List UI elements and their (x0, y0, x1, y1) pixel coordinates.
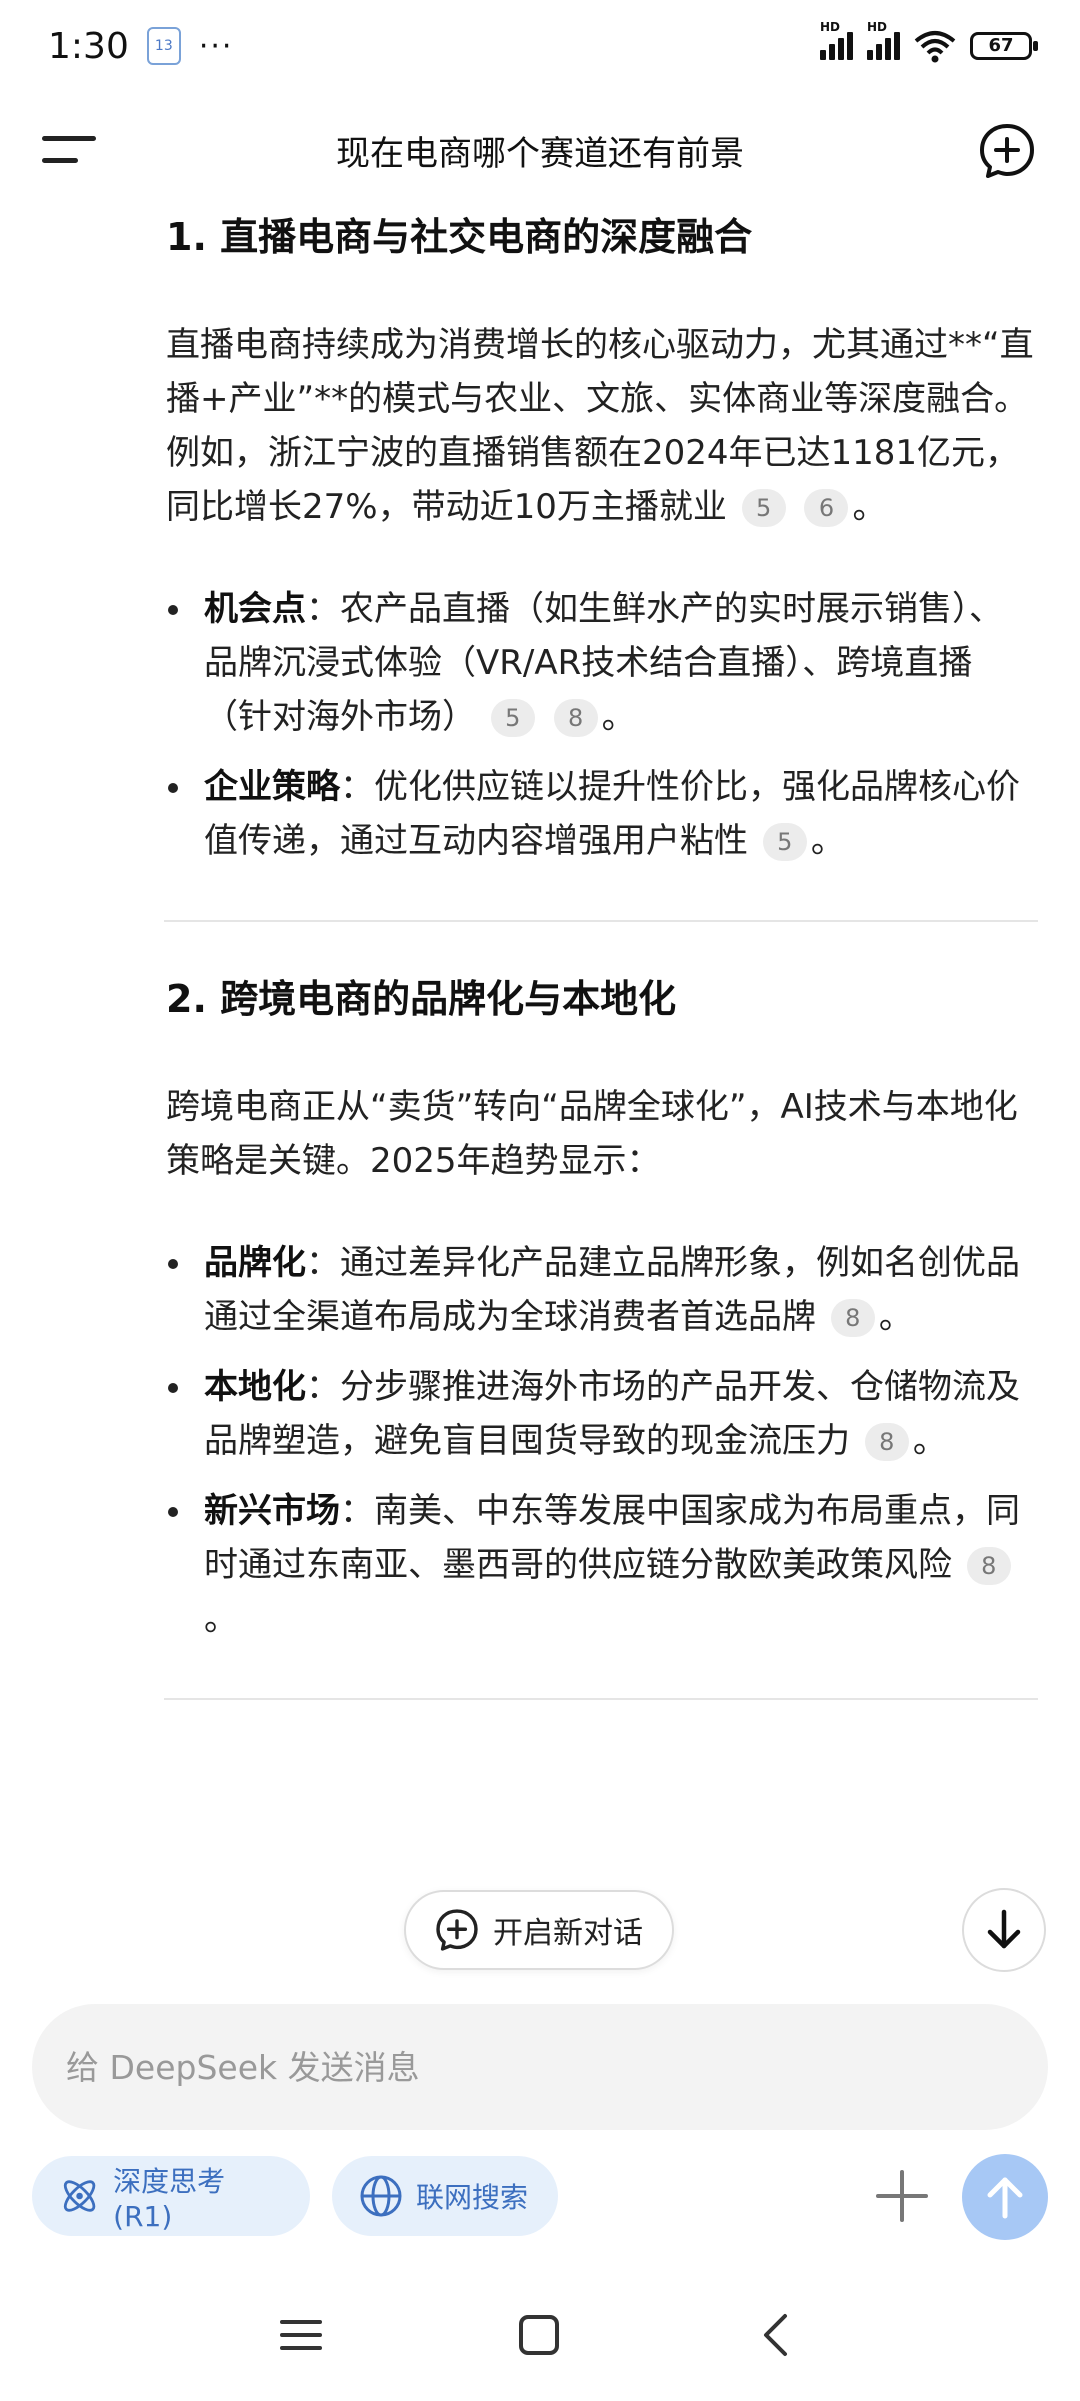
web-search-toggle[interactable]: 联网搜索 (332, 2156, 558, 2236)
bullet-label: 本地化 (204, 1367, 306, 1407)
calendar-badge-text: 13 (154, 38, 173, 54)
citation-badge[interactable]: 5 (762, 823, 807, 861)
list-item: 企业策略：优化供应链以提升性价比，强化品牌核心价值传递，通过互动内容增强用户粘性… (166, 760, 1036, 868)
scroll-to-bottom-button[interactable] (962, 1888, 1046, 1972)
citation-badge[interactable]: 5 (490, 699, 535, 737)
hd-label-1: HD (820, 20, 841, 34)
status-left: 1:30 13 ··· (48, 26, 233, 67)
bullet-list-2: 品牌化：通过差异化产品建立品牌形象，例如名创优品通过全渠道布局成为全球消费者首选… (166, 1236, 1036, 1646)
message-input[interactable] (64, 2046, 1016, 2088)
period: 。 (878, 1297, 913, 1337)
list-item: 本地化：分步骤推进海外市场的产品开发、仓储物流及品牌塑造，避免盲目囤货导致的现金… (166, 1360, 1036, 1468)
home-icon[interactable] (514, 2310, 564, 2360)
back-icon[interactable] (752, 2310, 802, 2360)
calendar-icon: 13 (146, 27, 181, 65)
bullet-label: 企业策略 (204, 767, 340, 807)
section-intro-1-text: 直播电商持续成为消费增长的核心驱动力，尤其通过**“直播+产业”**的模式与农业… (166, 325, 1034, 527)
status-right: HD HD 67 (820, 20, 1038, 63)
period: 。 (852, 487, 887, 527)
send-button[interactable] (962, 2154, 1048, 2240)
hd-label-2: HD (867, 20, 888, 34)
status-bar: 1:30 13 ··· HD HD 67 (0, 0, 1080, 92)
message-input-container[interactable] (32, 2004, 1048, 2130)
new-dialog-button[interactable]: 开启新对话 (404, 1890, 674, 1970)
period: 。 (810, 821, 845, 861)
section-divider (164, 1698, 1038, 1700)
list-item: 新兴市场：南美、中东等发展中国家成为布局重点，同时通过东南亚、墨西哥的供应链分散… (166, 1484, 1036, 1646)
signal-icon-2: HD (867, 20, 900, 60)
wifi-icon (914, 31, 956, 63)
chat-title: 现在电商哪个赛道还有前景 (336, 133, 744, 174)
more-notifications-icon: ··· (198, 28, 234, 64)
citation-badge[interactable]: 5 (741, 489, 786, 527)
globe-icon (360, 2175, 402, 2217)
section-intro-2: 跨境电商正从“卖货”转向“品牌全球化”，AI技术与本地化策略是关键。2025年趋… (166, 1080, 1036, 1188)
bullet-list-1: 机会点：农产品直播（如生鲜水产的实时展示销售）、品牌沉浸式体验（VR/AR技术结… (166, 582, 1036, 868)
status-time: 1:30 (48, 25, 129, 67)
list-item: 机会点：农产品直播（如生鲜水产的实时展示销售）、品牌沉浸式体验（VR/AR技术结… (166, 582, 1036, 744)
bullet-label: 新兴市场 (204, 1491, 340, 1531)
section-heading-1: 1. 直播电商与社交电商的深度融合 (166, 215, 753, 259)
battery-icon: 67 (970, 32, 1038, 60)
period: 。 (912, 1421, 947, 1461)
citation-badge[interactable]: 8 (864, 1423, 909, 1461)
message-content: 1. 直播电商与社交电商的深度融合 直播电商持续成为消费增长的核心驱动力，尤其通… (164, 210, 1038, 1700)
web-search-label: 联网搜索 (416, 2181, 529, 2214)
bullet-label: 机会点 (204, 589, 306, 629)
arrow-down-icon (987, 1909, 1021, 1949)
new-dialog-label: 开启新对话 (493, 1916, 643, 1951)
signal-icon-1: HD (820, 20, 853, 60)
atom-icon (63, 2180, 96, 2212)
period: 。 (601, 697, 636, 737)
period: 。 (204, 1599, 238, 1639)
menu-icon[interactable] (42, 130, 96, 170)
deep-think-label: 深度思考 (R1) (113, 2164, 226, 2233)
new-chat-icon (436, 1909, 478, 1951)
citation-badge[interactable]: 6 (804, 489, 849, 527)
new-chat-icon[interactable] (978, 122, 1036, 180)
deep-think-toggle[interactable]: 深度思考 (R1) (32, 2156, 310, 2236)
list-item: 品牌化：通过差异化产品建立品牌形象，例如名创优品通过全渠道布局成为全球消费者首选… (166, 1236, 1036, 1344)
citation-badge[interactable]: 8 (830, 1299, 875, 1337)
bullet-label: 品牌化 (204, 1243, 306, 1283)
citation-badge[interactable]: 8 (966, 1547, 1011, 1585)
section-heading-2: 2. 跨境电商的品牌化与本地化 (166, 977, 677, 1021)
section-intro-2-text: 跨境电商正从“卖货”转向“品牌全球化”，AI技术与本地化策略是关键。2025年趋… (166, 1087, 1018, 1181)
arrow-up-icon (987, 2177, 1023, 2219)
citation-badge[interactable]: 8 (553, 699, 598, 737)
plus-icon[interactable] (872, 2166, 932, 2226)
section-intro-1: 直播电商持续成为消费增长的核心驱动力，尤其通过**“直播+产业”**的模式与农业… (166, 318, 1036, 534)
battery-level: 67 (988, 35, 1014, 56)
section-divider (164, 920, 1038, 922)
recents-menu-icon[interactable] (276, 2310, 326, 2360)
app-header: 现在电商哪个赛道还有前景 (0, 100, 1080, 200)
system-nav-bar (0, 2290, 1080, 2380)
